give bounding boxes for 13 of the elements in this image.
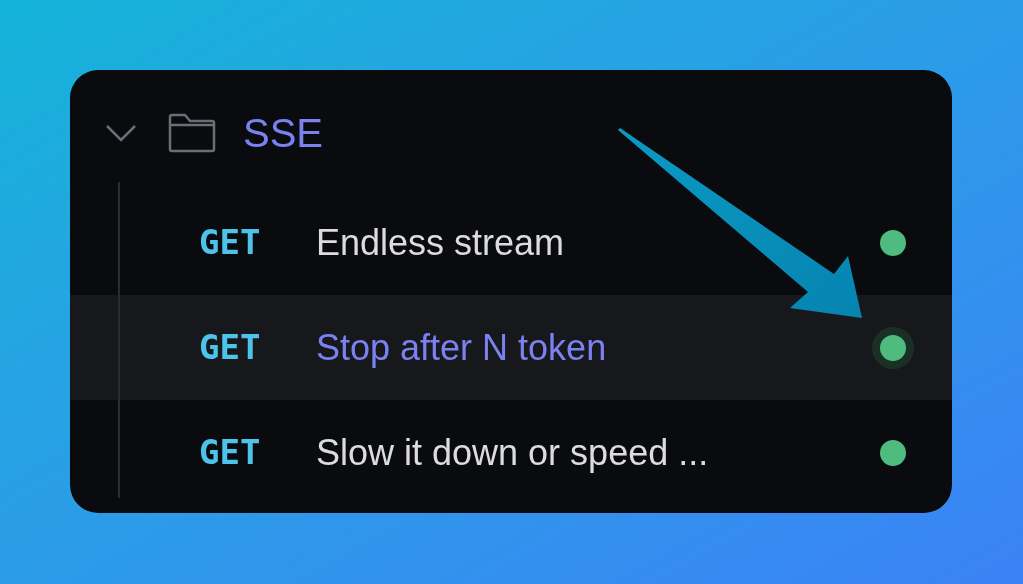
request-name: Endless stream xyxy=(316,220,565,265)
folder-name: SSE xyxy=(243,110,324,157)
method-label: GET xyxy=(199,431,262,474)
method-label: GET xyxy=(199,221,262,264)
folder-icon xyxy=(168,113,216,153)
request-row[interactable]: GET Slow it down or speed ... xyxy=(70,400,952,505)
folder-row[interactable]: SSE xyxy=(70,100,952,166)
method-label: GET xyxy=(199,326,262,369)
chevron-down-icon[interactable] xyxy=(105,124,137,142)
request-row[interactable]: GET Stop after N token xyxy=(70,295,952,400)
request-name: Slow it down or speed ... xyxy=(316,430,709,475)
request-row[interactable]: GET Endless stream xyxy=(70,190,952,295)
request-name: Stop after N token xyxy=(316,325,607,370)
